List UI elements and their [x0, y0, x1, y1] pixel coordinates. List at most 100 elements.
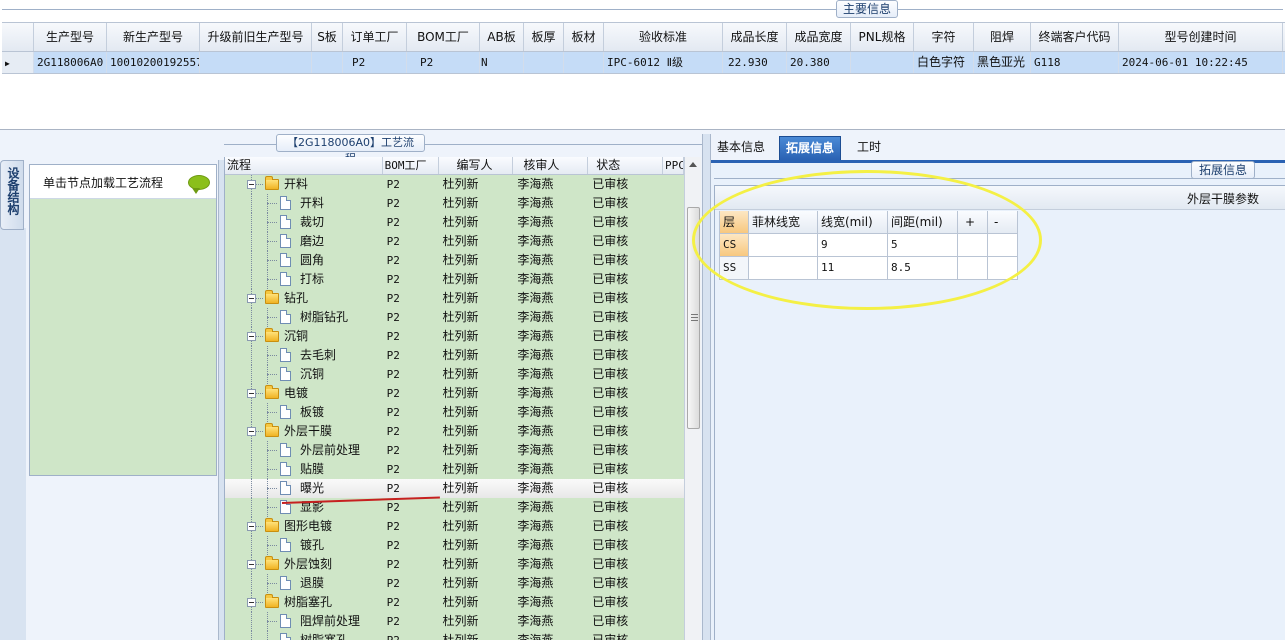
cell-thickness[interactable] [524, 52, 564, 73]
process-group-row[interactable]: 图形电镀 P2 杜列新 李海燕 已审核 [225, 517, 684, 536]
process-step-row[interactable]: 贴膜 P2 杜列新 李海燕 已审核 [225, 460, 684, 479]
collapse-icon[interactable] [247, 332, 256, 341]
process-group-row[interactable]: 树脂塞孔 P2 杜列新 李海燕 已审核 [225, 593, 684, 612]
left-side-strip [0, 228, 26, 640]
col-header-reviewer[interactable]: 核审人 [513, 157, 589, 174]
main-info-caption[interactable]: 主要信息 [836, 0, 898, 18]
col-header[interactable]: PNL规格 [851, 23, 914, 51]
col-header[interactable]: 字符 [914, 23, 974, 51]
cell-ab-board[interactable]: N [480, 52, 524, 73]
collapse-icon[interactable] [247, 389, 256, 398]
col-header[interactable]: S板 [312, 23, 343, 51]
process-step-row[interactable]: 退膜 P2 杜列新 李海燕 已审核 [225, 574, 684, 593]
col-header[interactable]: 订单工厂 [343, 23, 407, 51]
flow-cell: 去毛刺 [225, 346, 383, 365]
tab-device-structure[interactable]: 设备结构 [0, 160, 24, 230]
col-header[interactable]: 生产型号 [34, 23, 107, 51]
cell-pnl-spec[interactable] [851, 52, 914, 73]
col-header[interactable]: 成品长度 [723, 23, 787, 51]
col-header-bom[interactable]: BOM工厂 [383, 157, 439, 174]
col-header[interactable]: 新生产型号 [107, 23, 200, 51]
process-step-row[interactable]: 树脂塞孔 P2杜列新 李海燕 已审核 [225, 631, 684, 640]
process-group-row[interactable]: 外层干膜 P2 杜列新 李海燕 已审核 [225, 422, 684, 441]
cell-created-time[interactable]: 2024-06-01 10:22:45 [1119, 52, 1283, 73]
process-step-row[interactable]: 裁切 P2 杜列新 李海燕 已审核 [225, 213, 684, 232]
tab-extended-info[interactable]: 拓展信息 [779, 136, 842, 160]
cell-solder-mask[interactable]: 黑色亚光 [974, 52, 1031, 73]
flow-cell: 树脂塞孔 [225, 593, 383, 612]
collapse-icon[interactable] [247, 180, 256, 189]
extended-info-caption[interactable]: 拓展信息 [1191, 161, 1255, 179]
col-header[interactable]: 板材 [564, 23, 604, 51]
col-header[interactable]: BOM工厂 [407, 23, 480, 51]
cell-production-model[interactable]: 2G118006A0 [34, 52, 107, 73]
cell-s-board[interactable] [312, 52, 343, 73]
scroll-up-icon[interactable] [689, 162, 697, 167]
cell-bom-factory[interactable]: P2 [407, 52, 480, 73]
cell-acceptance-standard[interactable]: IPC-6012 Ⅱ级 [604, 52, 723, 73]
collapse-icon[interactable] [247, 522, 256, 531]
col-header[interactable]: 升级前旧生产型号 [200, 23, 312, 51]
reviewer-cell: 李海燕 [517, 481, 554, 495]
cell-order-factory[interactable]: P2 [343, 52, 407, 73]
process-step-row[interactable]: 沉铜 P2 杜列新 李海燕 已审核 [225, 365, 684, 384]
row-indicator-header [2, 23, 34, 51]
col-header-ppc[interactable]: PPC [663, 157, 684, 174]
cell-new-production-model[interactable]: 10010200192557 [107, 52, 200, 73]
cell-finished-width[interactable]: 20.380 [787, 52, 851, 73]
bom-cell: P2 [386, 444, 400, 457]
col-header[interactable]: 阻焊 [974, 23, 1031, 51]
process-group-row[interactable]: 沉铜 P2 杜列新 李海燕 已审核 [225, 327, 684, 346]
flow-cell: 树脂塞孔 [225, 631, 383, 640]
process-step-row[interactable]: 开料 P2 杜列新 李海燕 已审核 [225, 194, 684, 213]
process-step-row[interactable]: 树脂钻孔 P2 杜列新 李海燕 已审核 [225, 308, 684, 327]
folder-icon [265, 518, 279, 532]
author-cell: 杜列新 [442, 519, 479, 533]
collapse-icon[interactable] [247, 427, 256, 436]
col-header[interactable]: AB板 [480, 23, 524, 51]
process-step-row[interactable]: 板镀 P2 杜列新 李海燕 已审核 [225, 403, 684, 422]
col-header-author[interactable]: 编写人 [439, 157, 514, 174]
tab-basic-info[interactable]: 基本信息 [711, 136, 771, 160]
process-step-row[interactable]: 曝光 P2 杜列新 李海燕 已审核 [225, 479, 684, 498]
ppc-cell [663, 232, 684, 251]
process-group-row[interactable]: 外层蚀刻 P2 杜列新 李海燕 已审核 [225, 555, 684, 574]
col-header[interactable]: 验收标准 [604, 23, 723, 51]
flow-cell: 退膜 [225, 574, 383, 593]
col-header[interactable]: 终端客户代码 [1031, 23, 1119, 51]
cell-customer-code[interactable]: G118 [1031, 52, 1119, 73]
load-process-hint[interactable]: 单击节点加载工艺流程 [30, 165, 216, 199]
status-cell: 已审核 [592, 595, 629, 609]
process-step-row[interactable]: 打标 P2 杜列新 李海燕 已审核 [225, 270, 684, 289]
status-cell: 已审核 [592, 424, 629, 438]
col-header[interactable]: 板厚 [524, 23, 564, 51]
process-step-row[interactable]: 磨边 P2 杜列新 李海燕 已审核 [225, 232, 684, 251]
process-step-row[interactable]: 外层前处理 P2 杜列新 李海燕 已审核 [225, 441, 684, 460]
process-step-row[interactable]: 镀孔 P2 杜列新 李海燕 已审核 [225, 536, 684, 555]
cell-old-production-model[interactable] [200, 52, 312, 73]
col-header[interactable]: 型号创建时间 [1119, 23, 1283, 51]
status-cell: 已审核 [592, 253, 629, 267]
main-info-row[interactable]: ▶ 2G118006A0 10010200192557 P2 P2 N IPC-… [2, 52, 1285, 74]
row-indicator[interactable]: ▶ [2, 52, 34, 73]
collapse-icon[interactable] [247, 294, 256, 303]
cell-material[interactable] [564, 52, 604, 73]
collapse-icon[interactable] [247, 598, 256, 607]
process-flow-caption[interactable]: 【2G118006A0】工艺流程 [276, 134, 425, 165]
collapse-icon[interactable] [247, 560, 256, 569]
col-header-flow[interactable]: 流程 [225, 157, 383, 174]
bom-cell: P2 [386, 292, 400, 305]
flow-cell: 阻焊前处理 [225, 612, 383, 631]
col-header[interactable]: 成品宽度 [787, 23, 851, 51]
col-header-status[interactable]: 状态 [588, 157, 664, 174]
process-group-row[interactable]: 电镀 P2 杜列新 李海燕 已审核 [225, 384, 684, 403]
process-step-row[interactable]: 去毛刺 P2 杜列新 李海燕 已审核 [225, 346, 684, 365]
process-group-row[interactable]: 钻孔 P2 杜列新 李海燕 已审核 [225, 289, 684, 308]
tab-work-hours[interactable]: 工时 [851, 136, 887, 160]
ppc-cell [663, 574, 684, 593]
process-step-row[interactable]: 圆角 P2 杜列新 李海燕 已审核 [225, 251, 684, 270]
cell-finished-length[interactable]: 22.930 [723, 52, 787, 73]
cell-legend[interactable]: 白色字符 [914, 52, 974, 73]
process-group-row[interactable]: 开料 P2 杜列新 李海燕 已审核 [225, 175, 684, 194]
process-step-row[interactable]: 阻焊前处理 P2 杜列新 李海燕 已审核 [225, 612, 684, 631]
